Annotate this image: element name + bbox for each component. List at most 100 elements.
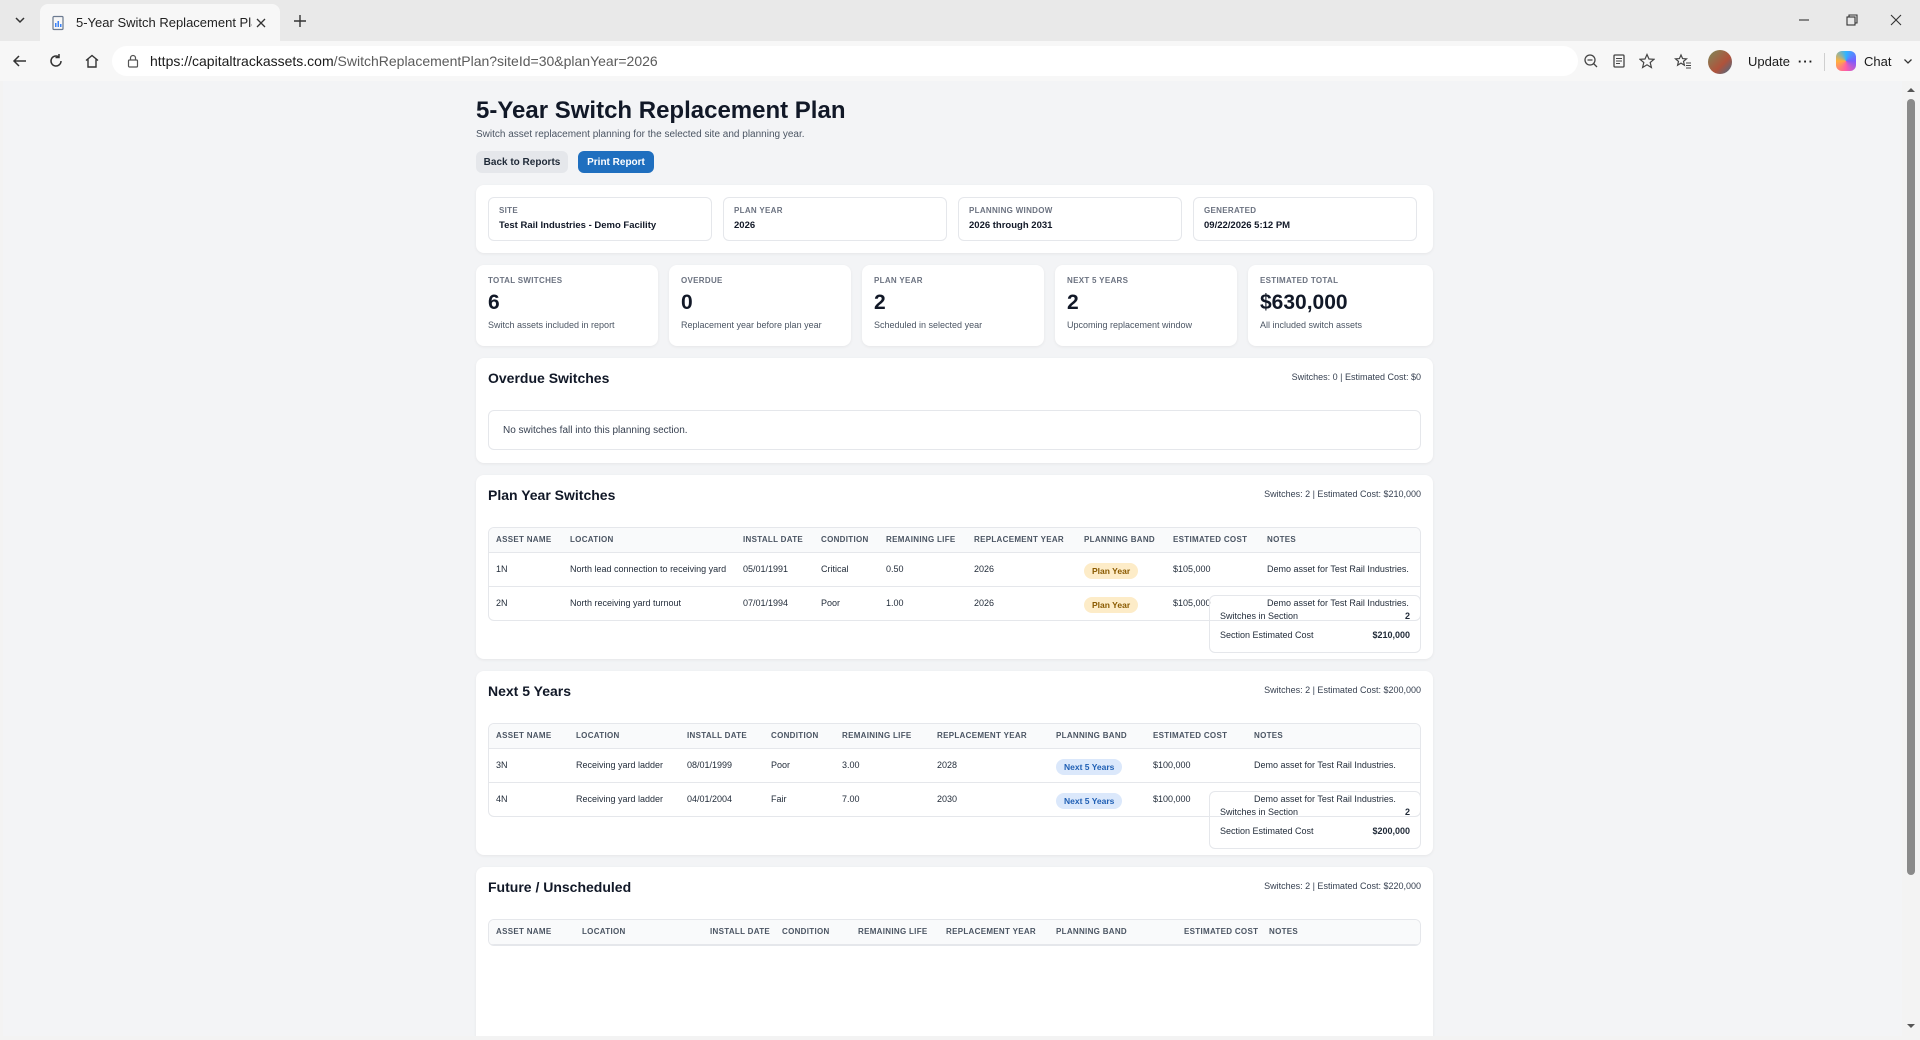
column-header: INSTALL DATE: [736, 528, 814, 553]
cell-estimated-cost: $100,000: [1146, 748, 1247, 783]
browser-tab-active[interactable]: 5-Year Switch Replacement Plan: [40, 4, 280, 41]
scroll-down-icon[interactable]: [1906, 1021, 1916, 1031]
home-icon[interactable]: [79, 48, 105, 74]
plan-year-badge: Plan Year: [1084, 563, 1139, 579]
address-url: https://capitaltrackassets.com/SwitchRep…: [150, 53, 658, 69]
tab-title: 5-Year Switch Replacement Plan: [76, 15, 252, 30]
new-tab-plus-icon[interactable]: [288, 9, 312, 33]
star-favorite-icon[interactable]: [1636, 50, 1658, 72]
reader-view-icon[interactable]: [1608, 50, 1630, 72]
section-summary: Switches: 2 | Estimated Cost: $210,000: [1264, 489, 1421, 499]
table-row: 1N North lead connection to receiving ya…: [489, 552, 1420, 587]
cell-location: North receiving yard turnout: [570, 598, 682, 609]
update-button[interactable]: Update ···: [1738, 47, 1818, 75]
scrollbar-thumb[interactable]: [1907, 99, 1915, 875]
column-header: REPLACEMENT YEAR: [930, 724, 1049, 749]
column-header: REMAINING LIFE: [879, 528, 967, 553]
cell-asset: 4N: [496, 794, 508, 805]
cell-install-date: 07/01/1994: [743, 598, 789, 609]
column-header: NOTES: [1262, 920, 1420, 945]
cell-location: North lead connection to receiving yard: [563, 552, 736, 587]
plan-year-badge: Plan Year: [1084, 597, 1139, 614]
table-header-row: ASSET NAME LOCATION INSTALL DATE CONDITI…: [489, 724, 1420, 749]
close-tab-icon[interactable]: [252, 14, 270, 32]
column-header: ASSET NAME: [489, 724, 569, 749]
cell-planning-band: Plan Year: [1077, 586, 1166, 620]
section-future-unscheduled: Future / Unscheduled Switches: 2 | Estim…: [476, 867, 1433, 1036]
cell-estimated-cost: $105,000: [1166, 552, 1260, 587]
cell-location: Receiving yard ladder: [569, 748, 680, 783]
totals-count-label: Switches in Section: [1220, 610, 1299, 621]
cell-location: Receiving yard ladder: [576, 794, 664, 805]
tab-list-chevron-icon[interactable]: [8, 8, 32, 32]
table-header-row: ASSET NAME LOCATION INSTALL DATE CONDITI…: [489, 920, 1420, 945]
future-table: ASSET NAME LOCATION INSTALL DATE CONDITI…: [488, 919, 1421, 946]
section-next-5-years: Next 5 Years Switches: 2 | Estimated Cos…: [476, 671, 1433, 855]
refresh-icon[interactable]: [43, 48, 69, 74]
column-header: ESTIMATED COST: [1177, 920, 1262, 945]
restore-icon[interactable]: [1832, 6, 1872, 34]
section-totals: Switches in Section 2 Section Estimated C…: [1209, 791, 1421, 849]
column-header: CONDITION: [814, 528, 879, 553]
stat-total-switches: TOTAL SWITCHES 6 Switch assets included …: [476, 265, 658, 346]
section-summary: Switches: 0 | Estimated Cost: $0: [1291, 372, 1421, 382]
cell-remaining-life: 3.00: [835, 748, 930, 783]
totals-cost-value: $210,000: [1372, 629, 1410, 640]
totals-count-value: 2: [1404, 806, 1410, 817]
cell-remaining-life: 0.50: [879, 552, 967, 587]
column-header: LOCATION: [575, 920, 703, 945]
cell-planning-band: Next 5 Years: [1049, 782, 1146, 816]
copilot-chat-button[interactable]: Chat: [1830, 47, 1914, 75]
cell-asset: 2N: [496, 598, 508, 609]
scroll-up-icon[interactable]: [1906, 85, 1916, 95]
address-bar[interactable]: https://capitaltrackassets.com/SwitchRep…: [112, 46, 1578, 76]
section-title: Plan Year Switches: [488, 487, 616, 503]
chevron-down-icon[interactable]: [1903, 54, 1913, 69]
cell-install-date: 08/01/1999: [680, 748, 764, 783]
column-header: CONDITION: [764, 724, 835, 749]
column-header: REPLACEMENT YEAR: [967, 528, 1077, 553]
info-plan-year: PLAN YEAR 2026: [723, 197, 947, 241]
totals-cost-label: Section Estimated Cost: [1220, 825, 1314, 836]
favorites-collection-icon[interactable]: [1672, 50, 1694, 72]
minimize-icon[interactable]: [1784, 6, 1824, 34]
print-report-button[interactable]: Print Report: [578, 151, 654, 173]
cell-replacement-year: 2028: [930, 748, 1049, 783]
page-scrollbar[interactable]: [1902, 81, 1920, 1036]
stat-next-5-years: NEXT 5 YEARS 2 Upcoming replacement wind…: [1055, 265, 1237, 346]
column-header: ASSET NAME: [489, 528, 563, 553]
table-row: 3N Receiving yard ladder 08/01/1999 Poor…: [489, 748, 1420, 783]
page-subtitle: Switch asset replacement planning for th…: [476, 129, 805, 140]
empty-state-message: No switches fall into this planning sect…: [488, 410, 1421, 450]
next-5-years-badge: Next 5 Years: [1056, 759, 1123, 775]
column-header: NOTES: [1247, 724, 1420, 749]
info-site: SITE Test Rail Industries - Demo Facilit…: [488, 197, 712, 241]
more-menu-icon[interactable]: ···: [1798, 54, 1814, 69]
column-header: REMAINING LIFE: [835, 724, 930, 749]
cell-planning-band: Next 5 Years: [1049, 748, 1146, 783]
next-5-years-badge: Next 5 Years: [1056, 793, 1123, 810]
stat-estimated-total: ESTIMATED TOTAL $630,000 All included sw…: [1248, 265, 1433, 346]
section-summary: Switches: 2 | Estimated Cost: $220,000: [1264, 881, 1421, 891]
profile-avatar[interactable]: [1708, 50, 1732, 74]
cell-condition: Poor: [764, 748, 835, 783]
close-window-icon[interactable]: [1876, 6, 1916, 34]
column-header: ESTIMATED COST: [1146, 724, 1247, 749]
section-title: Overdue Switches: [488, 370, 610, 386]
section-summary: Switches: 2 | Estimated Cost: $200,000: [1264, 685, 1421, 695]
lock-icon[interactable]: [126, 54, 140, 68]
cell-remaining-life: 7.00: [842, 794, 860, 805]
stat-plan-year: PLAN YEAR 2 Scheduled in selected year: [862, 265, 1044, 346]
back-to-reports-button[interactable]: Back to Reports: [476, 151, 568, 173]
totals-count-value: 2: [1404, 610, 1410, 621]
section-totals: Switches in Section 2 Section Estimated C…: [1209, 595, 1421, 653]
column-header: LOCATION: [563, 528, 736, 553]
cell-install-date: 05/01/1991: [736, 552, 814, 587]
totals-cost-label: Section Estimated Cost: [1220, 629, 1314, 640]
back-arrow-icon[interactable]: [7, 48, 33, 74]
cell-condition: Fair: [771, 794, 787, 805]
column-header: INSTALL DATE: [680, 724, 764, 749]
cell-planning-band: Plan Year: [1077, 552, 1166, 587]
zoom-out-icon[interactable]: [1580, 50, 1602, 72]
column-header: PLANNING BAND: [1049, 920, 1177, 945]
